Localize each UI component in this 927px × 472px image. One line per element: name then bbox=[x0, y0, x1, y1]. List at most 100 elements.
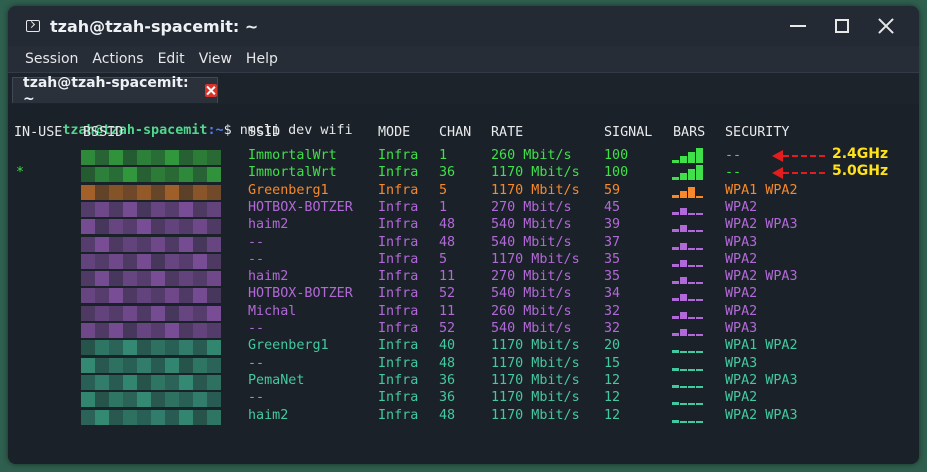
bssid-pixel bbox=[137, 271, 151, 287]
row-chan: 36 bbox=[439, 372, 456, 388]
bssid-pixel bbox=[123, 392, 137, 408]
bssid-pixel bbox=[179, 236, 193, 252]
terminal-output[interactable]: tzah@tzah-spacemit:~$ nmcli dev wifi IN-… bbox=[8, 104, 919, 464]
signal-bars-icon bbox=[672, 252, 712, 268]
row-chan: 48 bbox=[439, 407, 456, 423]
window-title: tzah@tzah-spacemit: ~ bbox=[50, 16, 259, 36]
signal-bar bbox=[672, 384, 679, 388]
signal-bar bbox=[688, 186, 695, 198]
minimize-button[interactable] bbox=[777, 6, 819, 46]
signal-bars-icon bbox=[672, 269, 712, 285]
signal-bars-icon bbox=[672, 338, 712, 354]
row-ssid: Michal bbox=[248, 303, 297, 319]
bssid-redacted bbox=[81, 305, 221, 321]
row-rate: 270 Mbit/s bbox=[491, 269, 572, 285]
tab-terminal[interactable]: tzah@tzah-spacemit: ~ bbox=[12, 75, 218, 107]
signal-bar bbox=[672, 402, 679, 406]
bssid-pixel bbox=[109, 323, 123, 338]
row-mode: Infra bbox=[378, 355, 419, 371]
row-ssid: Greenberg1 bbox=[248, 338, 329, 354]
band-annotation-label: 5.0GHz bbox=[832, 163, 889, 180]
bssid-pixel bbox=[193, 409, 207, 425]
bssid-pixel bbox=[95, 150, 109, 165]
title-bar[interactable]: tzah@tzah-spacemit: ~ bbox=[8, 6, 919, 46]
signal-bar bbox=[696, 299, 703, 302]
bssid-pixel bbox=[123, 184, 137, 200]
row-rate: 1170 Mbit/s bbox=[491, 407, 580, 423]
row-in-use: * bbox=[16, 165, 25, 181]
bssid-pixel bbox=[165, 201, 179, 217]
bssid-pixel bbox=[165, 236, 179, 252]
table-row: HOTBOX-BOTZER Infra 1 270 Mbit/s 45 WPA2 bbox=[8, 200, 919, 217]
menu-session[interactable]: Session bbox=[18, 51, 85, 67]
signal-bar bbox=[672, 315, 679, 319]
bssid-pixel bbox=[207, 305, 221, 321]
row-security: WPA2 WPA3 bbox=[725, 372, 798, 388]
signal-bars-icon bbox=[672, 165, 712, 181]
bssid-pixel bbox=[207, 253, 221, 269]
bssid-pixel bbox=[207, 288, 221, 304]
row-ssid: Greenberg1 bbox=[248, 182, 329, 198]
menu-edit[interactable]: Edit bbox=[151, 51, 192, 67]
row-mode: Infra bbox=[378, 303, 419, 319]
signal-bar bbox=[696, 420, 703, 423]
bssid-pixel bbox=[109, 357, 123, 373]
signal-bar bbox=[696, 230, 703, 233]
menu-help[interactable]: Help bbox=[239, 51, 285, 67]
row-rate: 540 Mbit/s bbox=[491, 217, 572, 233]
bssid-pixel bbox=[137, 392, 151, 408]
row-chan: 48 bbox=[439, 217, 456, 233]
signal-bar bbox=[672, 281, 679, 285]
bssid-pixel bbox=[165, 340, 179, 356]
row-mode: Infra bbox=[378, 199, 419, 215]
bssid-pixel bbox=[165, 219, 179, 235]
signal-bar bbox=[672, 298, 679, 302]
row-chan: 11 bbox=[439, 269, 456, 285]
bssid-pixel bbox=[137, 357, 151, 373]
bssid-pixel bbox=[165, 374, 179, 390]
header-bars: BARS bbox=[673, 125, 706, 140]
row-rate: 1170 Mbit/s bbox=[491, 182, 580, 198]
row-ssid: PemaNet bbox=[248, 372, 305, 388]
bssid-pixel bbox=[137, 288, 151, 304]
bssid-pixel bbox=[151, 271, 165, 287]
menu-view[interactable]: View bbox=[192, 51, 239, 67]
row-mode: Infra bbox=[378, 217, 419, 233]
table-header: IN-USE BSSID SSID MODE CHAN RATE SIGNAL … bbox=[8, 125, 919, 142]
row-security: WPA2 WPA3 bbox=[725, 217, 798, 233]
bssid-pixel bbox=[109, 340, 123, 356]
header-signal: SIGNAL bbox=[604, 125, 653, 140]
tab-close-icon[interactable] bbox=[204, 84, 217, 97]
bssid-pixel bbox=[123, 219, 137, 235]
bssid-pixel bbox=[123, 236, 137, 252]
signal-bar bbox=[680, 242, 687, 250]
minimize-icon bbox=[790, 25, 806, 27]
table-row: -- Infra 48 540 Mbit/s 37 WPA3 bbox=[8, 235, 919, 252]
bssid-redacted bbox=[81, 201, 221, 217]
bssid-pixel bbox=[137, 253, 151, 269]
menu-actions[interactable]: Actions bbox=[85, 51, 150, 67]
bssid-pixel bbox=[165, 305, 179, 321]
signal-bar bbox=[688, 403, 695, 406]
bssid-pixel bbox=[179, 357, 193, 373]
row-security: WPA2 bbox=[725, 199, 758, 215]
row-signal: 32 bbox=[604, 303, 621, 319]
row-signal: 12 bbox=[604, 390, 621, 406]
row-security: WPA3 bbox=[725, 234, 758, 250]
signal-bar bbox=[680, 311, 687, 319]
row-chan: 48 bbox=[439, 355, 456, 371]
close-button[interactable] bbox=[865, 6, 907, 46]
bssid-pixel bbox=[81, 374, 95, 390]
bssid-pixel bbox=[207, 392, 221, 408]
bssid-pixel bbox=[179, 219, 193, 235]
bssid-pixel bbox=[109, 219, 123, 235]
bssid-pixel bbox=[137, 323, 151, 338]
bssid-pixel bbox=[137, 305, 151, 321]
row-rate: 1170 Mbit/s bbox=[491, 165, 580, 181]
bssid-pixel bbox=[207, 409, 221, 425]
bssid-pixel bbox=[81, 357, 95, 373]
bssid-pixel bbox=[193, 184, 207, 200]
maximize-button[interactable] bbox=[821, 6, 863, 46]
bssid-pixel bbox=[179, 305, 193, 321]
row-signal: 37 bbox=[604, 234, 621, 250]
